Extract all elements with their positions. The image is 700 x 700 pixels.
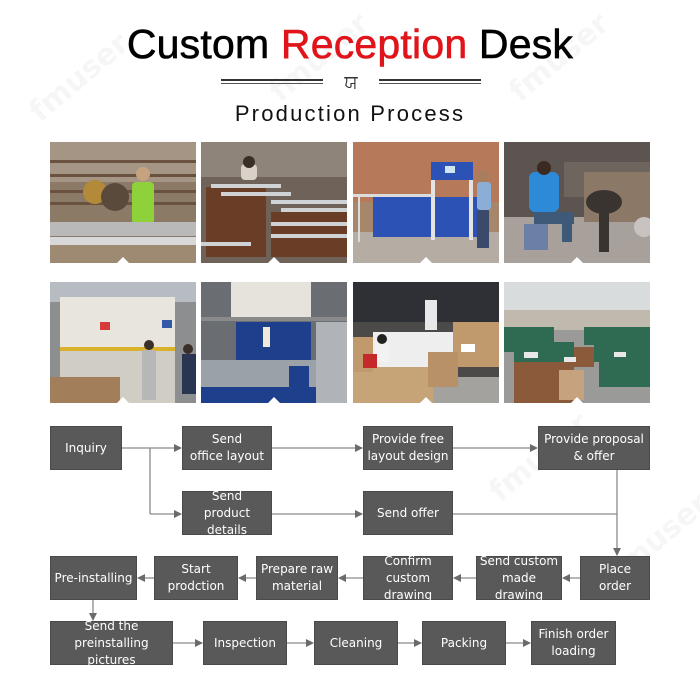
step-send-product-details: Send product details [182, 489, 272, 537]
step-inquiry: Inquiry [50, 426, 122, 470]
step-start-production: Start prodction [154, 556, 238, 600]
step-provide-proposal-offer: Provide proposal & offer [538, 426, 650, 470]
step-packing: Packing [422, 621, 506, 665]
step-send-office-layout: Send office layout [182, 426, 272, 470]
step-send-preinstalling-pictures: Send the preinstalling pictures [50, 619, 173, 667]
step-provide-free-layout-design: Provide free layout design [363, 426, 453, 470]
step-inspection: Inspection [203, 621, 287, 665]
step-finish-order-loading: Finish order loading [531, 621, 616, 665]
step-confirm-custom-drawing: Confirm custom drawing [363, 554, 453, 602]
step-send-custom-made-drawing: Send custom made drawing [476, 554, 562, 602]
step-pre-installing: Pre-installing [50, 556, 137, 600]
step-send-offer: Send offer [363, 491, 453, 535]
step-prepare-raw-material: Prepare raw material [256, 556, 338, 600]
step-cleaning: Cleaning [314, 621, 398, 665]
step-place-order: Place order [580, 556, 650, 600]
